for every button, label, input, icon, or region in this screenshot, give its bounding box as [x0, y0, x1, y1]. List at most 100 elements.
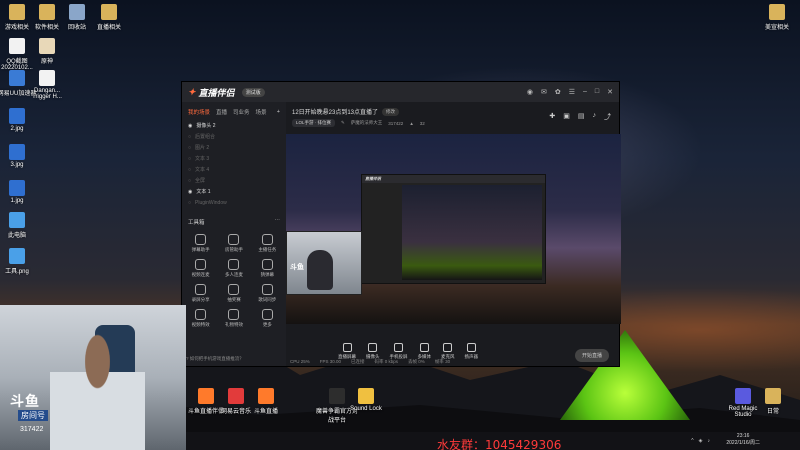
gift-icon[interactable]: ✚: [549, 112, 555, 122]
visibility-eye-icon[interactable]: ○: [188, 156, 191, 162]
share-icon[interactable]: ⤴: [604, 112, 611, 122]
app-logo: ✦ 直播伴侣 测试版: [188, 86, 265, 99]
desktop-icon[interactable]: 3.jpg: [0, 144, 40, 168]
visibility-eye-icon[interactable]: ○: [188, 167, 191, 173]
network-icon[interactable]: ◈: [699, 438, 703, 444]
visibility-eye-icon[interactable]: ○: [188, 200, 191, 206]
tab-my-scenes[interactable]: 我的场景: [188, 108, 210, 116]
scene-item-label: 摄像头 2: [196, 123, 216, 129]
desktop-app-icon: [198, 388, 214, 404]
tool-icon: [261, 309, 273, 320]
tool-item[interactable]: 歌词同步: [251, 284, 284, 303]
desktop-app-icon: [9, 144, 25, 160]
help-hint[interactable]: ? 如何把手机游戏直播推流？: [186, 356, 244, 362]
minimize-icon[interactable]: –: [583, 88, 587, 96]
desktop-icon[interactable]: 日常: [750, 388, 796, 415]
version-badge[interactable]: 测试版: [241, 87, 265, 97]
more-tools-icon[interactable]: ⋯: [275, 218, 281, 226]
category-selector[interactable]: LOL手游 · 排位赛: [292, 119, 336, 127]
desktop-icon[interactable]: 原神: [24, 38, 70, 65]
desktop-icon-label: Dangan... Trigger H...: [32, 88, 62, 100]
desktop-icon-label: 原神: [40, 59, 53, 65]
scene-item[interactable]: ◉ 文本 1: [182, 186, 286, 197]
tool-label: 视频特效: [191, 322, 210, 327]
titlebar[interactable]: ✦ 直播伴侣 测试版 ◉ ✉ ✿ ☰ – □ ✕: [182, 82, 619, 102]
desktop-app-icon: [765, 388, 781, 404]
tool-item[interactable]: 主播任务: [251, 234, 284, 253]
tab-scene[interactable]: 场景: [256, 108, 267, 116]
message-icon[interactable]: ✉: [541, 88, 547, 96]
bell-icon[interactable]: ♪: [593, 112, 597, 122]
scene-item[interactable]: ○ 后置组合: [182, 131, 286, 142]
desktop-icon-label: 美宣相关: [764, 25, 789, 31]
source-tool-icon: [368, 343, 378, 352]
visibility-eye-icon[interactable]: ○: [188, 145, 191, 151]
maximize-icon[interactable]: □: [595, 88, 599, 96]
visibility-eye-icon[interactable]: ○: [188, 134, 191, 140]
fan-group-text: 水友群：1045429306: [437, 438, 562, 450]
tool-item[interactable]: 弹幕助手: [184, 234, 217, 253]
desktop-app-icon: [228, 388, 244, 404]
avatar-icon[interactable]: ◉: [527, 88, 533, 96]
tool-item[interactable]: 视频特效: [184, 309, 217, 328]
status-item: 丢帧 0%: [408, 358, 425, 364]
desktop-icon[interactable]: 美宣相关: [754, 4, 800, 31]
scene-item[interactable]: ○ 文本 3: [182, 153, 286, 164]
tool-item[interactable]: 礼物特效: [217, 309, 250, 328]
status-item: CPU 25%: [290, 359, 310, 364]
room-title: 12日开始晚悬23点到13点直播了: [292, 110, 379, 116]
tool-item[interactable]: 猜弹幕: [251, 259, 284, 278]
tool-item[interactable]: 录屏分享: [184, 284, 217, 303]
desktop-icon-label: 1.jpg: [10, 198, 24, 204]
edit-title-button[interactable]: 修改: [382, 107, 400, 116]
desktop-icon[interactable]: 斗鱼直播: [243, 388, 289, 415]
desktop-app-icon: [9, 180, 25, 196]
volume-icon[interactable]: ♪: [708, 438, 711, 444]
scene-item[interactable]: ○ 图片 2: [182, 142, 286, 153]
tool-item[interactable]: 抽奖赛: [217, 284, 250, 303]
edit-category-icon[interactable]: ✎: [341, 120, 345, 126]
visibility-eye-icon[interactable]: ◉: [188, 189, 192, 195]
tool-label: 更多: [262, 322, 272, 327]
visibility-eye-icon[interactable]: ◉: [188, 123, 192, 129]
menu-icon[interactable]: ☰: [569, 88, 575, 96]
scene-item[interactable]: ◉ 摄像头 2: [182, 120, 286, 131]
desktop-icon[interactable]: 此电脑: [0, 212, 40, 239]
desktop-icon[interactable]: 1.jpg: [0, 180, 40, 204]
desktop-icon-label: 直播相关: [96, 25, 121, 31]
scene-item[interactable]: ○ 全屏: [182, 175, 286, 186]
scene-item-label: 文本 1: [196, 189, 211, 195]
tool-label: 猜弹幕: [260, 272, 275, 277]
main-panel: 12日开始晚悬23点到13点直播了 修改 LOL手游 · 排位赛 ✎ 萨魔的法师…: [286, 102, 621, 366]
tool-item[interactable]: 多人连麦: [217, 259, 250, 278]
douyu-logo: 斗鱼: [10, 393, 40, 409]
live-companion-window[interactable]: ✦ 直播伴侣 测试版 ◉ ✉ ✿ ☰ – □ ✕ 我的场景 直播 司业务 场景 …: [181, 81, 621, 367]
desktop-app-icon: [9, 70, 25, 86]
tool-item[interactable]: 视频连麦: [184, 259, 217, 278]
preview-douyu-logo: 斗鱼: [290, 264, 304, 271]
stream-preview[interactable]: 直播伴侣 斗鱼: [286, 134, 621, 324]
tool-label: 礼物特效: [224, 322, 243, 327]
chart-icon[interactable]: ▤: [578, 112, 585, 122]
desktop-icon[interactable]: 2.jpg: [0, 108, 40, 132]
close-icon[interactable]: ✕: [607, 88, 613, 96]
scene-item[interactable]: ○ PluginWindow: [182, 197, 286, 208]
tab-business[interactable]: 司业务: [233, 108, 250, 116]
tool-item[interactable]: 房管助手: [217, 234, 250, 253]
desktop-icon[interactable]: Dangan... Trigger H...: [24, 70, 70, 100]
shop-icon[interactable]: ▣: [563, 112, 570, 122]
desktop-icon[interactable]: 直播相关: [86, 4, 132, 31]
chevron-up-icon[interactable]: ^: [691, 438, 693, 444]
tool-icon: [228, 234, 240, 245]
preview-webcam-source[interactable]: 斗鱼: [286, 231, 362, 295]
tab-live[interactable]: 直播: [216, 108, 227, 116]
visibility-eye-icon[interactable]: ○: [188, 178, 191, 184]
skin-icon[interactable]: ✿: [555, 88, 561, 96]
add-scene-icon[interactable]: +: [277, 109, 280, 115]
desktop-icon[interactable]: 工具.png: [0, 248, 40, 275]
scene-item[interactable]: ○ 文本 4: [182, 164, 286, 175]
tool-item[interactable]: 更多: [251, 309, 284, 328]
taskbar-clock[interactable]: 23:16 2022/1/16/周二: [726, 433, 760, 447]
toolbox-header: 工具箱 ⋯: [182, 208, 286, 230]
desktop-icon[interactable]: Sound Lock: [343, 388, 389, 412]
